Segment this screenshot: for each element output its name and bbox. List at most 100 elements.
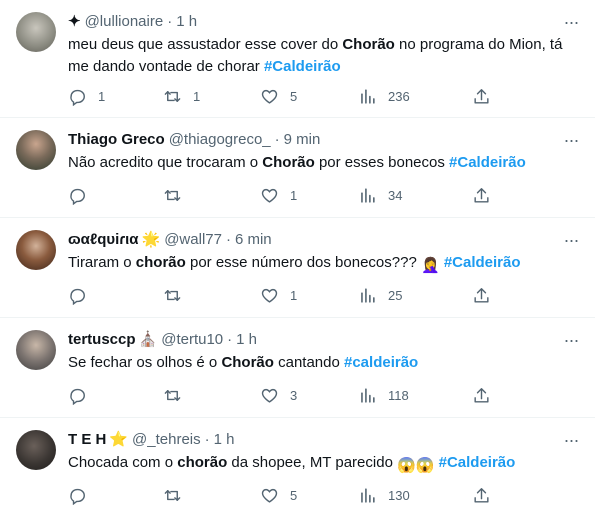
avatar[interactable] [16, 12, 56, 52]
tweet-text: Não acredito que trocaram o Chorão por e… [68, 152, 579, 174]
separator-dot: · [225, 231, 231, 248]
timestamp[interactable]: 6 min [235, 230, 272, 250]
retweet-button[interactable] [163, 284, 193, 306]
text-bold: Chorão [221, 354, 274, 371]
display-name[interactable]: Thiago Greco [68, 130, 165, 150]
user-handle[interactable]: @tertu10 [161, 330, 223, 350]
retweet-button[interactable] [163, 484, 193, 506]
share-button[interactable] [472, 85, 491, 107]
name-emoji: ⛪ [138, 331, 158, 348]
action-bar: 5 130 [62, 484, 502, 506]
tweet-header: tertusccp ⛪ @tertu10 · 1 h [68, 330, 555, 350]
reply-button[interactable] [68, 384, 98, 406]
action-bar: 1 25 [62, 284, 502, 306]
share-icon [474, 487, 489, 503]
more-icon[interactable]: ··· [561, 430, 581, 450]
hashtag-link[interactable]: #Caldeirão [449, 154, 526, 171]
like-button[interactable]: 5 [260, 484, 297, 506]
display-name[interactable]: ɷαℓqυiɾια [68, 230, 139, 250]
reply-button[interactable]: 1 [68, 85, 105, 107]
share-icon [474, 88, 489, 104]
views-icon [361, 487, 375, 503]
text-segment: por esse número dos bonecos??? [185, 254, 421, 271]
views-button[interactable]: 25 [358, 284, 402, 306]
reply-button[interactable] [68, 284, 98, 306]
like-button[interactable]: 5 [260, 85, 297, 107]
views-button[interactable]: 236 [358, 85, 410, 107]
share-button[interactable] [472, 284, 491, 306]
reply-icon [70, 89, 85, 106]
timestamp[interactable]: 1 h [236, 330, 257, 350]
like-button[interactable]: 1 [260, 184, 297, 206]
timestamp[interactable]: 9 min [284, 130, 321, 150]
more-icon[interactable]: ··· [561, 330, 581, 350]
views-count: 25 [388, 287, 403, 303]
timestamp[interactable]: 1 h [176, 12, 197, 32]
tweet-text: Tiraram o chorão por esse número dos bon… [68, 252, 579, 277]
heart-icon [261, 89, 278, 104]
retweet-button[interactable]: 1 [163, 85, 200, 107]
tweet-5[interactable]: T E H ⭐ @_tehreis · 1 h ··· Chocada com … [0, 418, 595, 512]
share-button[interactable] [472, 184, 491, 206]
hashtag-link[interactable]: #Caldeirão [444, 254, 521, 271]
views-button[interactable]: 130 [358, 484, 410, 506]
avatar[interactable] [16, 230, 56, 270]
timestamp[interactable]: 1 h [214, 430, 235, 450]
reply-icon [70, 288, 85, 305]
name-emoji: ⭐ [109, 431, 129, 448]
tweet-text: Se fechar os olhos é o Chorão cantando #… [68, 352, 579, 374]
user-handle[interactable]: @_tehreis [132, 430, 201, 450]
avatar[interactable] [16, 330, 56, 370]
verified-badge: ✦ [68, 13, 81, 30]
like-count: 3 [290, 387, 298, 403]
text-segment: Chocada com o [68, 454, 178, 471]
views-icon [361, 287, 375, 303]
share-icon [474, 387, 489, 403]
text-bold: Chorão [342, 36, 395, 53]
like-button[interactable]: 3 [260, 384, 297, 406]
user-handle[interactable]: @thiagogreco_ [169, 130, 271, 150]
reply-icon [70, 488, 85, 505]
retweet-button[interactable] [163, 384, 193, 406]
retweet-button[interactable] [163, 184, 193, 206]
hashtag-link[interactable]: #Caldeirão [439, 454, 516, 471]
tweet-3[interactable]: ɷαℓqυiɾια 🌟 @wall77 · 6 min ··· Tiraram … [0, 218, 595, 318]
text-bold: Chorão [262, 154, 315, 171]
more-icon[interactable]: ··· [561, 130, 581, 150]
star-icon: ⭐ [109, 430, 128, 450]
avatar[interactable] [16, 430, 56, 470]
views-button[interactable]: 34 [358, 184, 402, 206]
hashtag-link[interactable]: #caldeirão [344, 354, 418, 371]
text-segment: Se fechar os olhos é o [68, 354, 222, 371]
like-count: 1 [290, 287, 298, 303]
avatar[interactable] [16, 130, 56, 170]
separator-dot: · [204, 431, 210, 448]
user-handle[interactable]: @lullionaire [85, 12, 164, 32]
reply-icon [70, 188, 85, 205]
share-button[interactable] [472, 484, 491, 506]
text-segment: cantando [273, 354, 344, 371]
display-name[interactable]: tertusccp [68, 330, 136, 350]
views-count: 130 [388, 487, 410, 503]
scream-emoji: 😱😱 [397, 457, 435, 474]
reply-button[interactable] [68, 484, 98, 506]
more-icon[interactable]: ··· [561, 12, 581, 32]
share-button[interactable] [472, 384, 491, 406]
like-count: 1 [290, 187, 298, 203]
tweet-4[interactable]: tertusccp ⛪ @tertu10 · 1 h ··· Se fechar… [0, 318, 595, 418]
share-icon [474, 287, 489, 303]
display-name[interactable]: T E H [68, 430, 106, 450]
views-button[interactable]: 118 [358, 384, 409, 406]
text-segment: por esses bonecos [314, 154, 450, 171]
user-handle[interactable]: @wall77 [164, 230, 222, 250]
hashtag-link[interactable]: #Caldeirão [264, 58, 341, 75]
text-segment: da shopee, MT parecido [227, 454, 398, 471]
tweet-1[interactable]: ✦ @lullionaire · 1 h ··· meu deus que as… [0, 0, 595, 118]
tweet-2[interactable]: Thiago Greco @thiagogreco_ · 9 min ··· N… [0, 118, 595, 218]
separator-dot: · [227, 331, 233, 348]
name-emoji: 🌟 [141, 231, 161, 248]
more-icon[interactable]: ··· [561, 230, 581, 250]
reply-button[interactable] [68, 184, 98, 206]
like-button[interactable]: 1 [260, 284, 297, 306]
retweet-icon [164, 90, 181, 102]
